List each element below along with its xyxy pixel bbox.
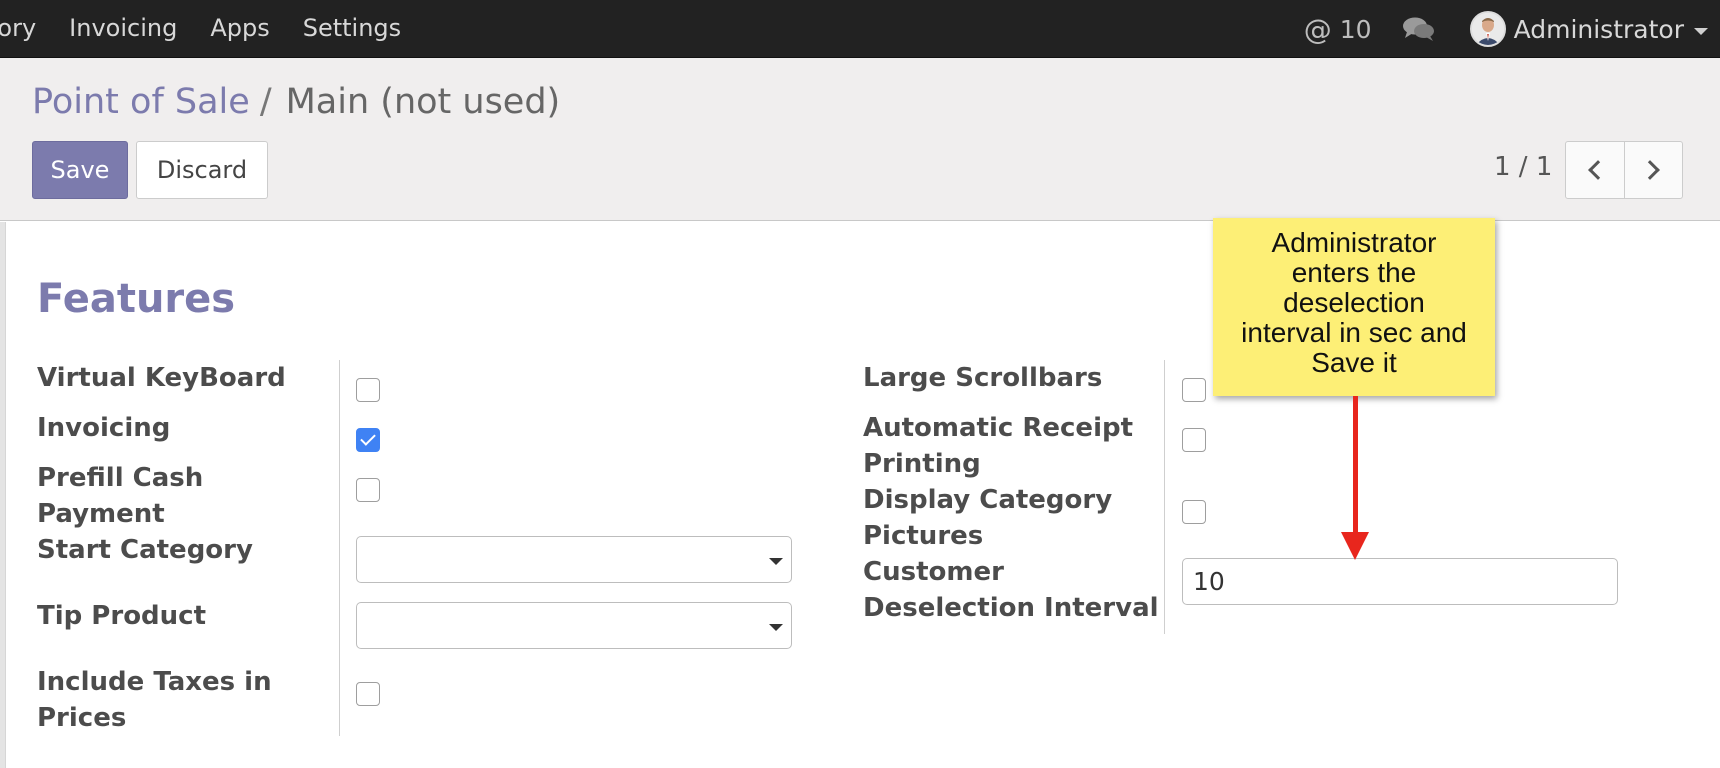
checkbox-display-category-pictures[interactable]: [1182, 500, 1206, 524]
label-include-taxes-in-prices: Include Taxes in Prices: [37, 664, 272, 736]
chevron-right-icon: [1640, 160, 1661, 180]
label-display-category-line1: Display Category: [863, 485, 1113, 515]
label-include-taxes-line1: Include Taxes in: [37, 667, 272, 697]
sheet-edge: [0, 222, 6, 768]
navbar-systray: @ 10 Administrator: [1304, 10, 1708, 48]
annotation-callout: Administrator enters the deselection int…: [1213, 218, 1495, 396]
right-column-divider: [1164, 360, 1165, 634]
menu-item-settings[interactable]: Settings: [303, 12, 401, 44]
annotation-line2: enters the: [1291, 257, 1417, 288]
label-display-category-pictures: Display Category Pictures: [863, 482, 1112, 554]
checkbox-automatic-receipt-printing[interactable]: [1182, 428, 1206, 452]
label-prefill-cash-payment-line2: Payment: [37, 499, 165, 529]
annotation-line3: deselection: [1283, 287, 1425, 318]
annotation-arrow-head-icon: [1341, 532, 1369, 560]
label-customer-deselection-interval: Customer Deselection Interval: [863, 554, 1159, 626]
section-title-features: Features: [37, 276, 236, 322]
left-column-divider: [339, 360, 340, 736]
label-prefill-cash-payment-line1: Prefill Cash: [37, 463, 204, 493]
menu-item-invoicing[interactable]: Invoicing: [69, 12, 177, 44]
annotation-line1: Administrator: [1271, 227, 1437, 258]
select-tip-product[interactable]: [356, 602, 792, 649]
breadcrumb: Point of Sale / Main (not used): [32, 82, 560, 122]
annotation-line5: Save it: [1311, 347, 1397, 378]
at-icon: @: [1303, 12, 1332, 46]
label-prefill-cash-payment: Prefill Cash Payment: [37, 460, 203, 532]
checkbox-virtual-keyboard[interactable]: [356, 378, 380, 402]
label-start-category: Start Category: [37, 535, 253, 565]
label-large-scrollbars: Large Scrollbars: [863, 363, 1103, 393]
label-customer-deselection-line2: Deselection Interval: [863, 593, 1159, 623]
mentions-counter[interactable]: @ 10: [1304, 13, 1372, 46]
mentions-count: 10: [1339, 14, 1372, 44]
breadcrumb-current: Main (not used): [285, 82, 561, 122]
caret-down-icon: [769, 558, 783, 565]
label-include-taxes-line2: Prices: [37, 703, 127, 733]
label-invoicing: Invoicing: [37, 413, 171, 443]
chevron-left-icon: [1587, 160, 1608, 180]
chat-bubbles-icon[interactable]: [1402, 16, 1436, 42]
label-automatic-receipt-line2: Printing: [863, 449, 981, 479]
top-navbar: tory Invoicing Apps Settings @ 10: [0, 0, 1720, 58]
checkbox-large-scrollbars[interactable]: [1182, 378, 1206, 402]
select-start-category[interactable]: [356, 536, 792, 583]
pager-buttons: [1565, 141, 1683, 199]
save-button[interactable]: Save: [32, 141, 128, 199]
customer-deselection-interval-input[interactable]: 10: [1182, 558, 1618, 605]
user-name[interactable]: Administrator: [1514, 15, 1684, 44]
breadcrumb-point-of-sale[interactable]: Point of Sale: [32, 82, 250, 122]
control-panel: Point of Sale / Main (not used) Save Dis…: [0, 58, 1720, 221]
breadcrumb-separator: /: [259, 82, 272, 122]
menu-item-apps[interactable]: Apps: [210, 12, 269, 44]
label-display-category-line2: Pictures: [863, 521, 984, 551]
label-automatic-receipt-line1: Automatic Receipt: [863, 413, 1134, 443]
pager-value: 1 / 1: [1494, 152, 1553, 182]
annotation-arrow-shaft: [1353, 396, 1358, 536]
checkbox-prefill-cash-payment[interactable]: [356, 478, 380, 502]
label-automatic-receipt-printing: Automatic Receipt Printing: [863, 410, 1133, 482]
user-avatar[interactable]: [1469, 11, 1506, 47]
pager-next-button[interactable]: [1623, 142, 1683, 198]
chevron-down-icon[interactable]: [1694, 27, 1708, 35]
menu-item-inventory[interactable]: tory: [0, 12, 36, 44]
pager-previous-button[interactable]: [1566, 142, 1624, 198]
checkbox-include-taxes-in-prices[interactable]: [356, 682, 380, 706]
caret-down-icon: [769, 624, 783, 631]
label-tip-product: Tip Product: [37, 601, 207, 631]
checkbox-invoicing[interactable]: [356, 428, 380, 452]
annotation-line4: interval in sec and: [1241, 317, 1467, 348]
main-menu: tory Invoicing Apps Settings: [0, 12, 434, 44]
label-virtual-keyboard: Virtual KeyBoard: [37, 363, 286, 393]
label-customer-deselection-line1: Customer: [863, 557, 1004, 587]
discard-button[interactable]: Discard: [136, 141, 268, 199]
